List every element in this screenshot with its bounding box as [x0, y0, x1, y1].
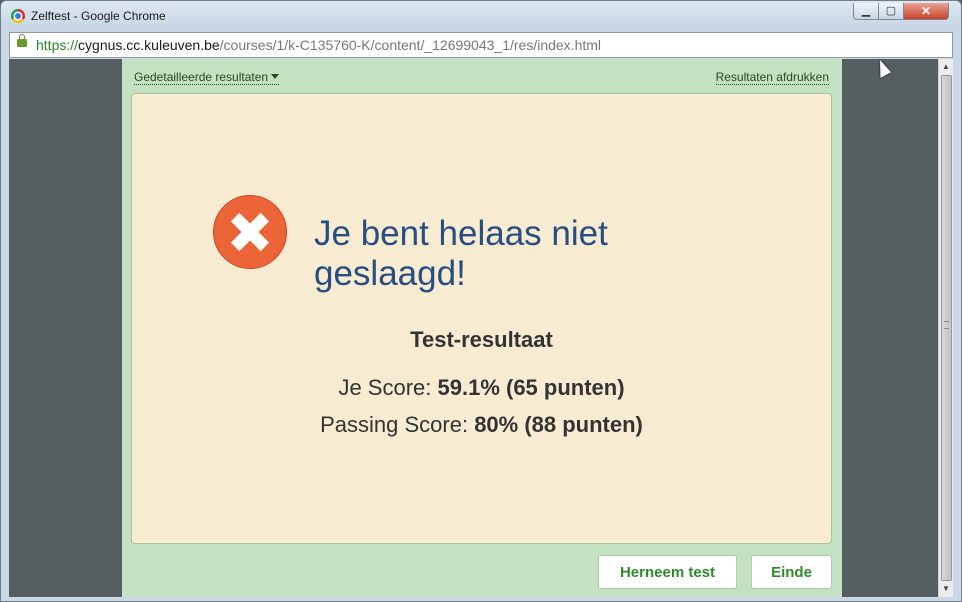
fail-x-icon — [213, 195, 287, 269]
scrollbar-thumb[interactable] — [941, 75, 952, 581]
your-score: Je Score: 59.1% (65 punten) — [132, 375, 831, 401]
window-title: Zelftest - Google Chrome — [31, 9, 166, 23]
your-score-value: 59.1% (65 punten) — [437, 375, 625, 400]
results-title: Test-resultaat — [410, 327, 553, 352]
print-results-link[interactable]: Resultaten afdrukken — [715, 70, 829, 85]
title-bar: Zelftest - Google Chrome ▁ ▢ ✕ — [1, 1, 961, 31]
quiz-panel: Gedetailleerde resultaten Resultaten afd… — [122, 59, 842, 597]
url-text[interactable]: https://cygnus.cc.kuleuven.be/courses/1/… — [36, 37, 601, 53]
caret-down-icon — [271, 74, 280, 79]
address-bar[interactable]: https://cygnus.cc.kuleuven.be/courses/1/… — [9, 32, 953, 58]
retake-test-button[interactable]: Herneem test — [598, 555, 737, 589]
detailed-results-label: Gedetailleerde resultaten — [134, 70, 269, 84]
your-score-label: Je Score: — [338, 375, 432, 400]
browser-window: Zelftest - Google Chrome ▁ ▢ ✕ https://c… — [0, 0, 962, 602]
lock-icon — [17, 34, 27, 47]
end-button[interactable]: Einde — [751, 555, 832, 589]
page-viewport: Gedetailleerde resultaten Resultaten afd… — [9, 59, 953, 597]
grip-icon — [944, 321, 949, 329]
detailed-results-link[interactable]: Gedetailleerde resultaten — [134, 70, 280, 85]
chrome-icon — [11, 9, 25, 23]
scroll-down-arrow-icon[interactable]: ▼ — [939, 581, 953, 597]
url-scheme: https:// — [36, 37, 79, 53]
maximize-button[interactable]: ▢ — [878, 3, 904, 20]
scroll-up-arrow-icon[interactable]: ▲ — [939, 59, 953, 75]
result-card: Je bent helaas niet geslaagd! Test-resul… — [131, 93, 832, 544]
vertical-scrollbar[interactable]: ▲ ▼ — [938, 59, 953, 597]
url-path: /courses/1/k-C135760-K/content/_12699043… — [219, 37, 602, 53]
result-message: Je bent helaas niet geslaagd! — [314, 214, 608, 293]
url-host: cygnus.cc.kuleuven.be — [78, 37, 220, 53]
passing-score: Passing Score: 80% (88 punten) — [132, 412, 831, 438]
minimize-button[interactable]: ▁ — [853, 3, 879, 20]
close-button[interactable]: ✕ — [903, 3, 949, 20]
passing-score-label: Passing Score: — [320, 412, 469, 437]
passing-score-value: 80% (88 punten) — [474, 412, 643, 437]
